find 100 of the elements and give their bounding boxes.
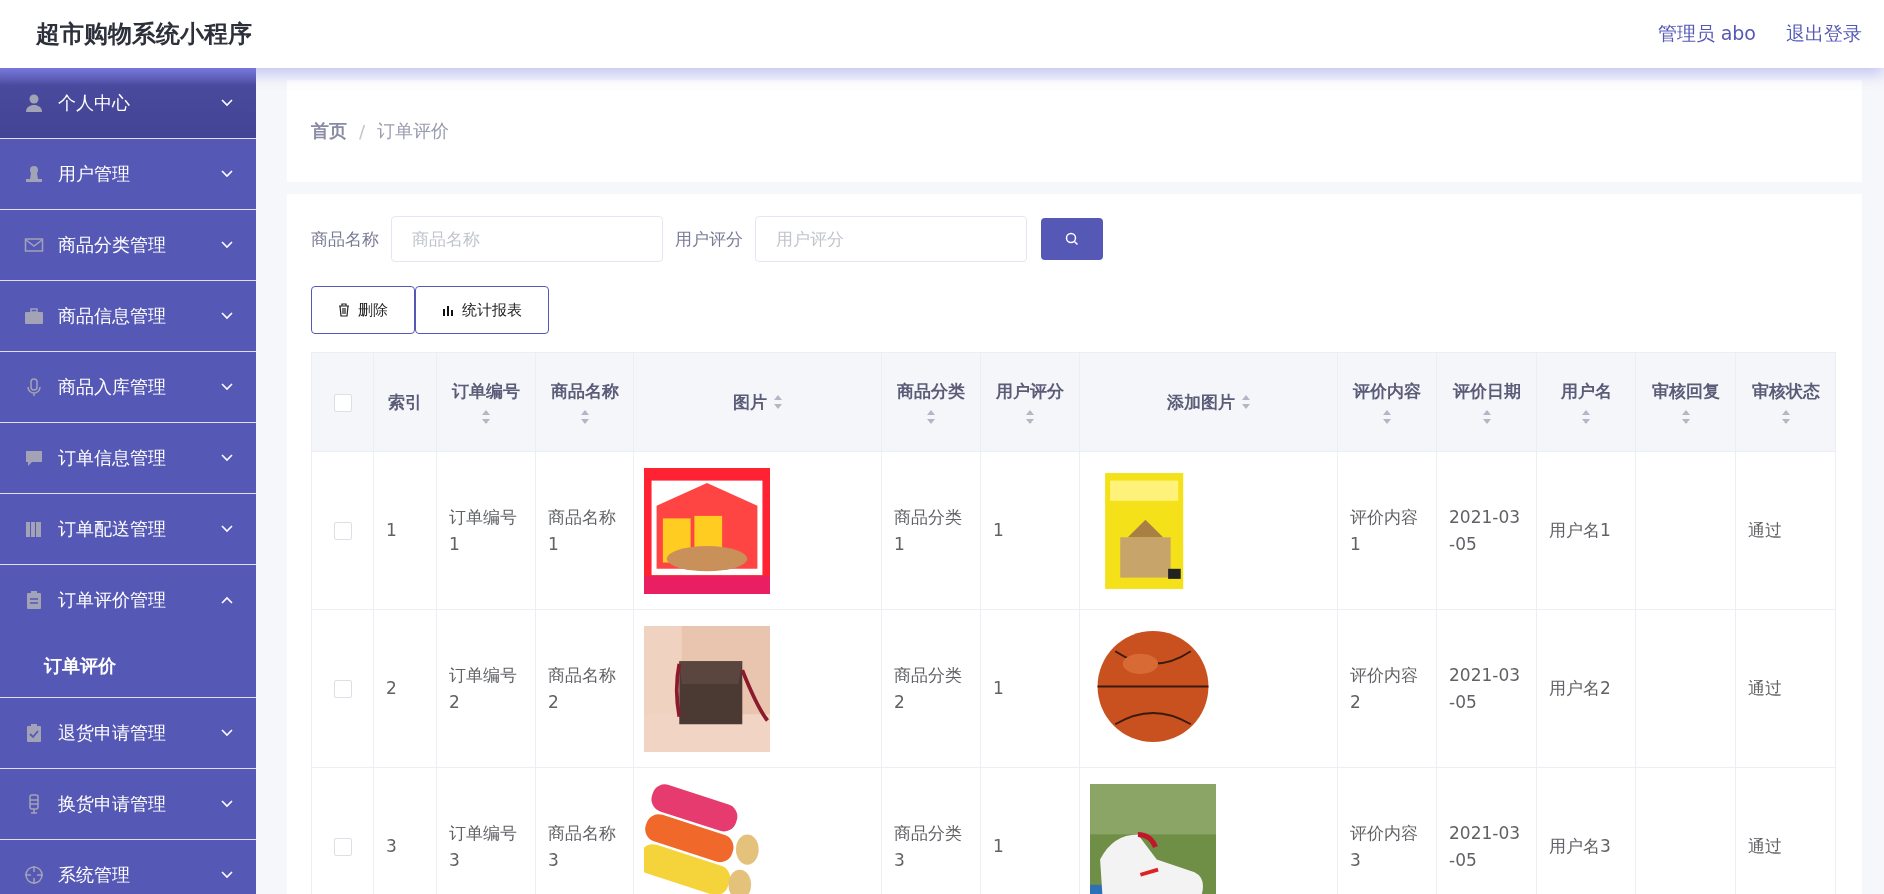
caret-icon	[220, 240, 234, 250]
sidebar-item[interactable]: 换货申请管理	[0, 769, 256, 840]
menu-label: 系统管理	[58, 863, 131, 887]
menu-icon	[24, 519, 44, 539]
sidebar-item[interactable]: 用户管理	[0, 139, 256, 210]
sidebar-item[interactable]: 系统管理	[0, 840, 256, 894]
column-header[interactable]: 审核回复	[1651, 379, 1720, 403]
admin-link[interactable]: 管理员 abo	[1657, 21, 1756, 47]
sort-icon[interactable]	[1025, 408, 1035, 425]
caret-icon	[220, 524, 234, 534]
caret-icon	[220, 169, 234, 179]
sort-icon[interactable]	[1481, 408, 1492, 425]
table-cell: 用户名2	[1549, 678, 1611, 699]
sort-icon[interactable]	[1680, 408, 1691, 425]
field-label: 商品名称	[311, 227, 379, 251]
menu-label: 用户管理	[58, 162, 131, 186]
table-cell: 评价内容3	[1350, 823, 1418, 870]
sidebar-item[interactable]: 订单信息管理	[0, 423, 256, 494]
table-cell: 2021-03-05	[1449, 665, 1521, 712]
menu-label: 退货申请管理	[58, 721, 167, 745]
logout-link[interactable]: 退出登录	[1786, 21, 1862, 47]
table-cell: 订单编号3	[449, 823, 517, 870]
table-cell: 通过	[1748, 678, 1782, 699]
report-button[interactable]: 统计报表	[415, 286, 549, 334]
table-cell: 2	[386, 678, 397, 699]
table-cell: 订单编号2	[449, 665, 517, 712]
column-header: 索引	[388, 390, 422, 414]
column-header[interactable]: 评价日期	[1452, 379, 1521, 403]
table-cell: 商品名称1	[548, 507, 616, 554]
column-header[interactable]: 添加图片	[1166, 390, 1235, 414]
column-header[interactable]: 图片	[732, 390, 767, 414]
column-header[interactable]: 用户评分	[996, 379, 1064, 403]
sidebar-item[interactable]: 商品信息管理	[0, 281, 256, 352]
app-title: 超市购物系统小程序	[36, 19, 252, 50]
menu-label: 订单配送管理	[58, 517, 167, 541]
sidebar-item[interactable]: 订单评价管理	[0, 565, 256, 635]
trash-icon	[338, 303, 350, 317]
menu-icon	[24, 448, 44, 468]
breadcrumb-current: 订单评价	[377, 119, 450, 143]
sidebar-item[interactable]: 商品入库管理	[0, 352, 256, 423]
bar-chart-icon	[442, 304, 454, 316]
menu-icon	[24, 865, 44, 885]
caret-icon	[220, 311, 234, 321]
menu-label: 商品信息管理	[58, 304, 167, 328]
menu-icon	[24, 164, 44, 184]
caret-icon	[220, 98, 234, 108]
table-cell: 评价内容2	[1350, 665, 1418, 712]
sidebar-item[interactable]: 退货申请管理	[0, 698, 256, 769]
table-cell: 2021-03-05	[1449, 823, 1521, 870]
sidebar-item[interactable]: 商品分类管理	[0, 210, 256, 281]
column-header[interactable]: 商品分类	[897, 379, 965, 403]
table-cell: 商品分类3	[894, 823, 962, 870]
search-field[interactable]: 用户评分	[755, 216, 1027, 262]
column-header[interactable]: 商品名称	[550, 379, 619, 403]
column-header[interactable]: 订单编号	[452, 379, 520, 403]
row-checkbox[interactable]	[333, 522, 352, 541]
breadcrumb-home[interactable]: 首页	[311, 119, 347, 143]
column-header[interactable]: 评价内容	[1353, 379, 1421, 403]
sort-icon[interactable]	[1581, 408, 1591, 425]
sort-icon[interactable]	[1780, 408, 1791, 425]
caret-icon	[220, 453, 234, 463]
sort-icon[interactable]	[926, 408, 936, 425]
sort-icon[interactable]	[481, 408, 491, 425]
menu-label: 订单信息管理	[58, 446, 167, 470]
menu-icon	[24, 306, 44, 326]
search-button[interactable]	[1041, 218, 1103, 260]
row-checkbox[interactable]	[333, 838, 352, 857]
row-checkbox[interactable]	[333, 680, 352, 699]
menu-label: 个人中心	[58, 91, 131, 115]
delete-button[interactable]: 删除	[311, 286, 415, 334]
caret-icon	[220, 799, 234, 809]
menu-icon	[24, 377, 44, 397]
table-cell: 评价内容1	[1350, 507, 1418, 554]
sidebar-item[interactable]: 订单配送管理	[0, 494, 256, 565]
menu-label: 换货申请管理	[58, 792, 167, 816]
search-field[interactable]: 商品名称	[391, 216, 663, 262]
menu-label: 商品分类管理	[58, 233, 167, 257]
column-header[interactable]: 用户名	[1560, 379, 1612, 403]
sort-icon[interactable]	[579, 408, 590, 425]
submenu-item[interactable]: 订单评价	[0, 635, 256, 697]
table-cell: 1	[993, 520, 1004, 541]
table-cell: 商品名称2	[548, 665, 616, 712]
sort-icon[interactable]	[1382, 408, 1392, 425]
sidebar-item[interactable]: 个人中心	[0, 68, 256, 139]
table-cell: 1	[386, 520, 397, 541]
table-cell: 3	[386, 836, 397, 857]
table-cell: 通过	[1748, 520, 1782, 541]
menu-label: 商品入库管理	[58, 375, 167, 399]
column-header[interactable]: 审核状态	[1751, 379, 1820, 403]
sort-icon[interactable]	[1240, 394, 1251, 410]
select-all-checkbox[interactable]	[333, 394, 352, 412]
caret-icon	[220, 870, 234, 880]
table-cell: 1	[993, 836, 1004, 857]
sort-icon[interactable]	[772, 394, 783, 410]
table-cell: 1	[993, 678, 1004, 699]
caret-icon	[220, 728, 234, 738]
breadcrumb-separator: /	[359, 120, 366, 142]
table-cell: 订单编号1	[449, 507, 517, 554]
table-cell: 2021-03-05	[1449, 507, 1521, 554]
table-cell: 用户名1	[1549, 520, 1611, 541]
